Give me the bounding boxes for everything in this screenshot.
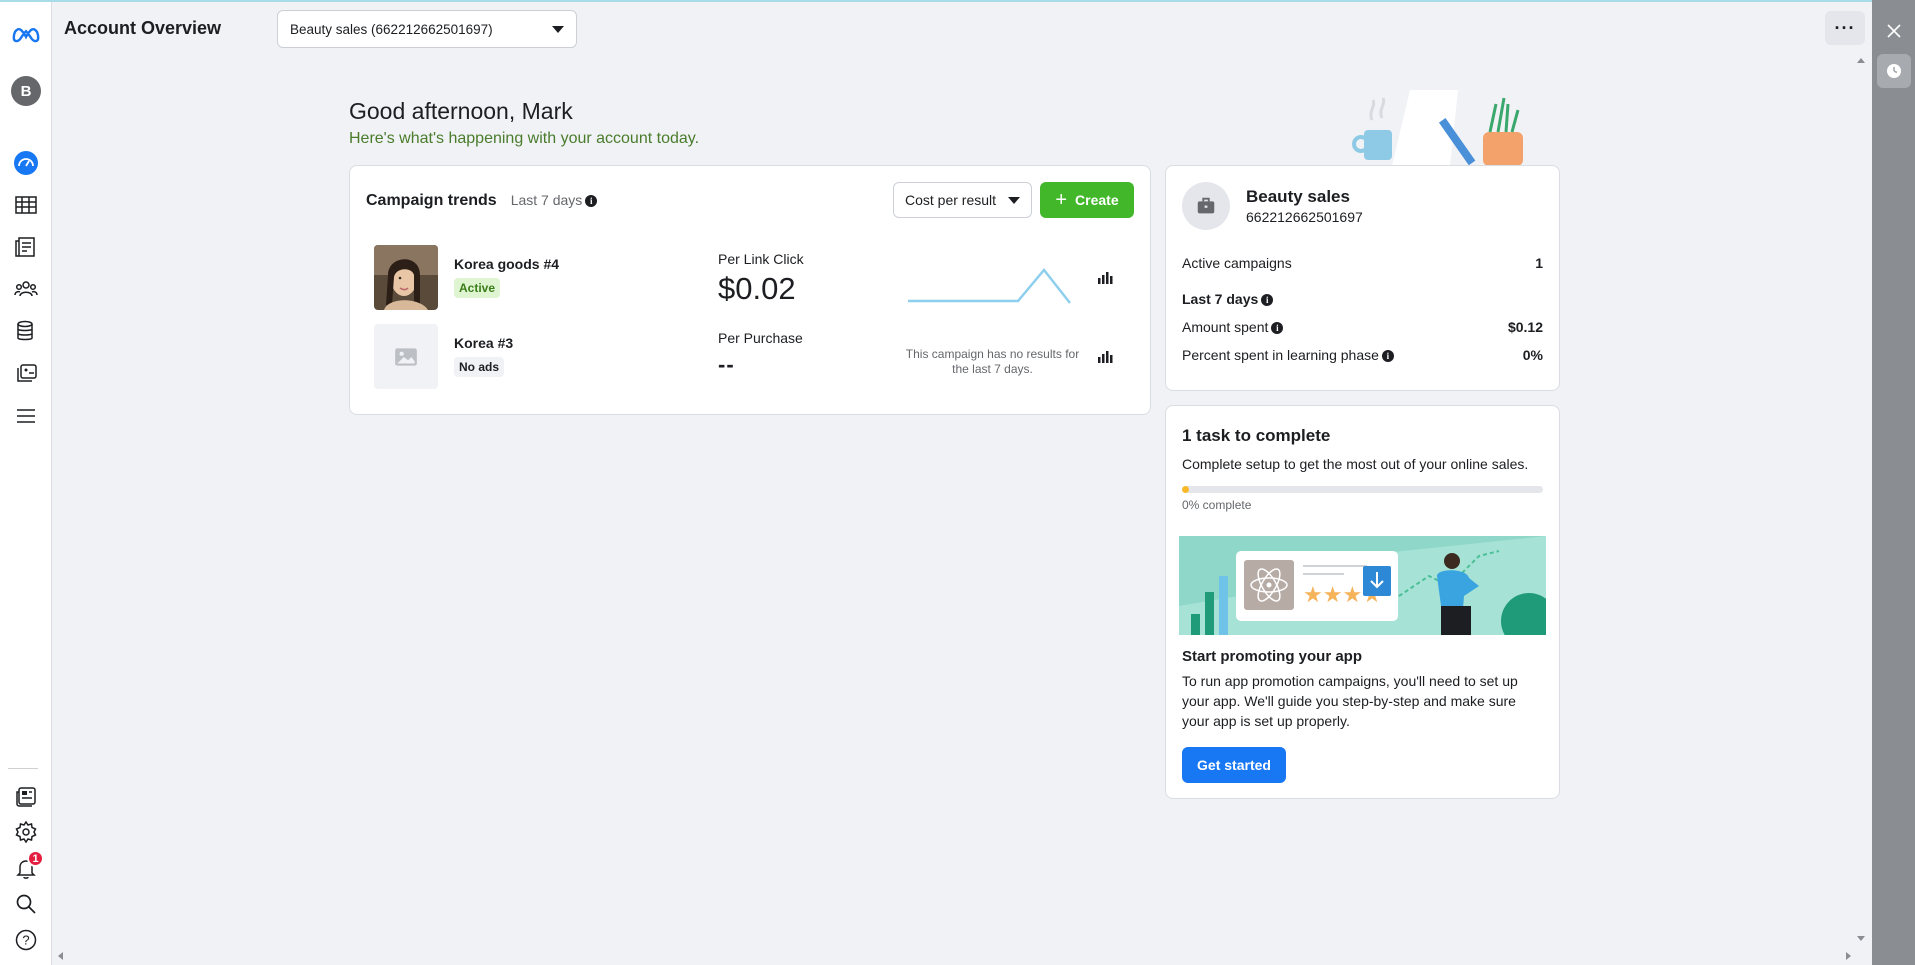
- campaign-name[interactable]: Korea goods #4: [454, 256, 559, 272]
- get-started-button[interactable]: Get started: [1182, 747, 1286, 783]
- image-placeholder-icon: [374, 324, 438, 389]
- no-results-message: This campaign has no results for the las…: [905, 347, 1080, 376]
- period-text: Last 7 days: [1182, 291, 1259, 307]
- svg-text:?: ?: [22, 933, 29, 948]
- bar-chart-icon[interactable]: [1097, 269, 1113, 285]
- campaign-trends-card: Campaign trends Last 7 days i Cost per re…: [349, 165, 1151, 415]
- meta-logo-icon[interactable]: [8, 16, 44, 52]
- stat-label: Percent spent in learning phase: [1182, 347, 1379, 363]
- info-icon[interactable]: i: [1381, 350, 1394, 363]
- account-id: 662212662501697: [1246, 209, 1363, 225]
- create-button-label: Create: [1075, 192, 1119, 208]
- account-selector[interactable]: Beauty sales (662212662501697): [277, 10, 577, 48]
- date-range-label: Last 7 days i: [511, 192, 598, 208]
- media-library-icon[interactable]: [8, 355, 44, 391]
- scroll-down-arrow[interactable]: [1857, 936, 1865, 941]
- trend-sparkline: [908, 268, 1071, 304]
- rail-divider: [8, 768, 38, 769]
- left-nav-rail: B 1 ?: [0, 2, 52, 965]
- stat-value: $0.12: [1507, 319, 1543, 335]
- campaign-thumbnail: [374, 245, 438, 310]
- chevron-down-icon: [552, 25, 564, 33]
- metric-value: --: [718, 352, 735, 377]
- stat-label-wrap: Percent spent in learning phase i: [1182, 347, 1394, 363]
- info-icon[interactable]: i: [1271, 322, 1284, 335]
- metric-label: Per Link Click: [718, 251, 804, 267]
- promo-text: To run app promotion campaigns, you'll n…: [1182, 673, 1518, 729]
- metric-selector[interactable]: Cost per result: [893, 182, 1032, 218]
- stat-value: 0%: [1522, 347, 1543, 363]
- campaign-row[interactable]: Korea #3 No ads Per Purchase -- This cam…: [350, 324, 1150, 394]
- task-title: 1 task to complete: [1182, 426, 1331, 445]
- app-promotion-illustration: ★★★★: [1179, 536, 1546, 635]
- chevron-down-icon: [1008, 196, 1020, 204]
- metric-value: $0.02: [718, 271, 796, 306]
- status-badge: Active: [454, 278, 501, 298]
- amount-spent-row: Amount spent i $0.12: [1182, 319, 1543, 335]
- dashboard-icon[interactable]: [8, 145, 44, 181]
- metric-selector-value: Cost per result: [905, 192, 997, 208]
- greeting-subtitle: Here's what's happening with your accoun…: [349, 130, 700, 147]
- help-icon[interactable]: ?: [8, 922, 44, 958]
- account-name: Beauty sales: [1246, 187, 1350, 206]
- database-icon[interactable]: [8, 313, 44, 349]
- menu-icon[interactable]: [8, 398, 44, 434]
- period-row: Last 7 days i: [1182, 291, 1543, 307]
- period-label: Last 7 days i: [1182, 291, 1274, 307]
- promo-title: Start promoting your app: [1182, 648, 1362, 665]
- scroll-right-arrow[interactable]: [1846, 952, 1851, 960]
- scroll-left-arrow[interactable]: [58, 952, 63, 960]
- campaign-row[interactable]: Korea goods #4 Active Per Link Click $0.…: [350, 245, 1150, 315]
- more-options-button[interactable]: ···: [1825, 11, 1865, 45]
- page-title: Account Overview: [64, 18, 222, 38]
- notification-badge: 1: [27, 850, 44, 867]
- task-card: 1 task to complete Complete setup to get…: [1165, 405, 1560, 799]
- date-range-text: Last 7 days: [510, 192, 583, 208]
- learning-phase-row: Percent spent in learning phase i 0%: [1182, 347, 1543, 363]
- stat-label-wrap: Amount spent i: [1182, 319, 1284, 335]
- campaign-trends-title: Campaign trends: [366, 192, 497, 209]
- avatar-letter: B: [11, 76, 41, 106]
- settings-gear-icon[interactable]: [8, 814, 44, 850]
- table-icon[interactable]: [8, 187, 44, 223]
- progress-bar-fill: [1182, 486, 1190, 493]
- progress-label: 0% complete: [1182, 498, 1252, 512]
- page-header: Account Overview Beauty sales (662212662…: [53, 2, 1871, 52]
- scroll-up-arrow[interactable]: [1857, 58, 1865, 63]
- info-icon[interactable]: i: [1261, 294, 1274, 307]
- bar-chart-icon[interactable]: [1097, 348, 1113, 364]
- close-icon[interactable]: [1879, 16, 1909, 46]
- active-campaigns-row: Active campaigns 1: [1182, 255, 1543, 271]
- pages-icon[interactable]: [8, 229, 44, 265]
- account-avatar[interactable]: B: [8, 73, 44, 109]
- desk-illustration: [1352, 90, 1523, 166]
- right-side-panel: [1872, 0, 1915, 965]
- stat-label: Amount spent: [1182, 319, 1269, 335]
- clock-icon[interactable]: [1877, 54, 1911, 88]
- briefcase-icon: [1182, 182, 1230, 230]
- audiences-icon[interactable]: [8, 271, 44, 307]
- account-selector-value: Beauty sales (662212662501697): [290, 21, 493, 37]
- campaign-trends-header: Campaign trends Last 7 days i: [366, 192, 598, 210]
- plus-icon: +: [1055, 189, 1068, 211]
- progress-bar: [1182, 486, 1543, 493]
- metric-label: Per Purchase: [718, 330, 803, 346]
- ads-reporting-icon[interactable]: [8, 778, 44, 814]
- account-summary-card: Beauty sales 662212662501697 Active camp…: [1165, 165, 1560, 391]
- info-icon[interactable]: i: [585, 195, 598, 208]
- status-badge: No ads: [454, 357, 505, 377]
- stat-label: Active campaigns: [1182, 255, 1292, 271]
- bell-icon[interactable]: 1: [8, 850, 44, 886]
- stat-value: 1: [1535, 255, 1543, 271]
- greeting-title: Good afternoon, Mark: [349, 98, 573, 124]
- search-icon[interactable]: [8, 886, 44, 922]
- task-description: Complete setup to get the most out of yo…: [1182, 456, 1529, 472]
- campaign-name[interactable]: Korea #3: [454, 335, 513, 351]
- create-button[interactable]: + Create: [1040, 182, 1134, 218]
